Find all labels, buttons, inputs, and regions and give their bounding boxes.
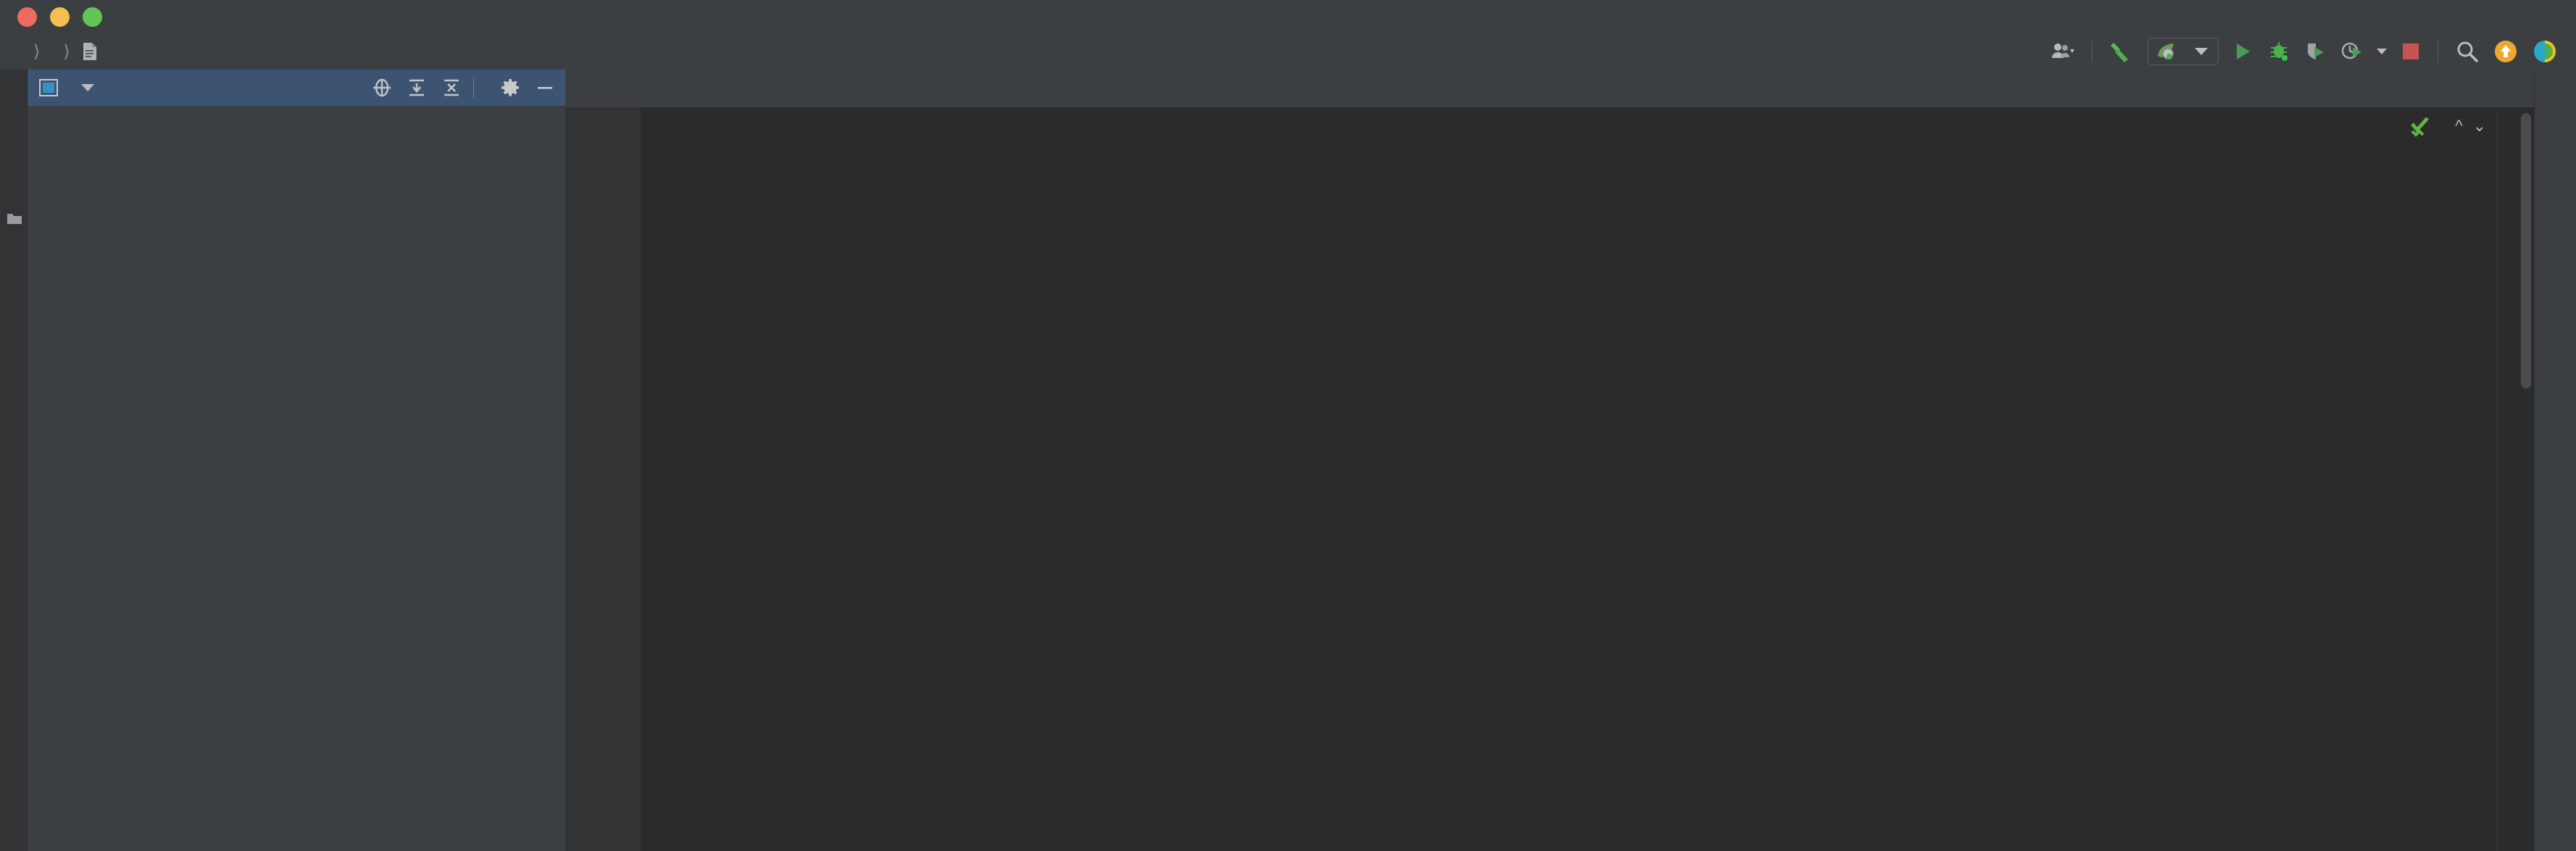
- right-tool-strip: [2534, 70, 2576, 851]
- project-view-icon: [39, 78, 58, 97]
- breadcrumb-separator-icon: ⟩: [63, 41, 70, 62]
- main-toolbar: [2044, 33, 2564, 70]
- inspections-ok-icon: [2410, 115, 2435, 137]
- minimize-window-button[interactable]: [50, 7, 70, 27]
- left-tool-strip: [0, 70, 28, 851]
- breadcrumb-item-file[interactable]: [78, 41, 109, 62]
- vertical-scrollbar-thumb[interactable]: [2521, 113, 2531, 389]
- select-opened-file-icon[interactable]: [372, 78, 392, 98]
- collapse-all-icon[interactable]: [441, 78, 462, 98]
- expand-all-icon[interactable]: [407, 78, 427, 98]
- breadcrumb-separator-icon: ⟩: [33, 41, 41, 62]
- chevron-up-icon[interactable]: ^: [2455, 117, 2462, 136]
- code-view: [565, 107, 2534, 851]
- chevron-down-icon[interactable]: ⌄: [2473, 117, 2486, 136]
- editor-tabs: [565, 70, 2534, 107]
- project-tree[interactable]: [28, 106, 565, 851]
- gear-icon[interactable]: [500, 78, 520, 98]
- navigation-bar: ⟩ ⟩: [0, 33, 2576, 70]
- build-hammer-icon[interactable]: [2103, 37, 2142, 66]
- title-bar: [0, 0, 2576, 33]
- stop-button[interactable]: [2394, 37, 2427, 66]
- profile-dropdown-icon[interactable]: [2369, 37, 2394, 66]
- search-everywhere-icon[interactable]: [2448, 37, 2486, 66]
- idea-window: ⟩ ⟩ ^ ⌄: [0, 0, 2576, 851]
- run-button[interactable]: [2224, 37, 2261, 66]
- maximize-window-button[interactable]: [83, 7, 102, 27]
- spring-leaf-icon: [2156, 41, 2177, 62]
- line-number-gutter: [565, 107, 641, 851]
- project-panel-header: [28, 70, 565, 106]
- update-available-icon[interactable]: [2486, 37, 2525, 66]
- debug-button[interactable]: [2261, 37, 2297, 66]
- structure-folder-icon[interactable]: [7, 212, 22, 226]
- breadcrumb-item-project[interactable]: [17, 50, 26, 53]
- plugin-sphere-icon[interactable]: [2525, 37, 2564, 66]
- window-traffic-lights: [17, 7, 102, 27]
- inspection-widget[interactable]: ^ ⌄: [2404, 110, 2492, 142]
- log-lines[interactable]: [641, 107, 2534, 851]
- run-with-coverage-button[interactable]: [2297, 37, 2333, 66]
- chevron-down-icon[interactable]: [81, 84, 94, 91]
- run-configuration-selector[interactable]: [2148, 38, 2219, 65]
- close-window-button[interactable]: [17, 7, 37, 27]
- chevron-down-icon: [2195, 48, 2208, 55]
- panel-header-divider: [473, 78, 474, 98]
- breadcrumb: ⟩ ⟩: [17, 41, 109, 62]
- breadcrumb-item-logs[interactable]: [47, 50, 56, 53]
- user-account-icon[interactable]: [2044, 37, 2082, 66]
- hide-panel-icon[interactable]: [535, 78, 555, 98]
- log-file-icon: [82, 42, 98, 61]
- editor-area: ^ ⌄: [565, 70, 2534, 851]
- profile-button[interactable]: [2333, 37, 2369, 66]
- toolbar-divider: [2092, 41, 2093, 62]
- editor-scrollbar-gutter[interactable]: [2496, 107, 2534, 851]
- project-tool-window: [28, 70, 565, 851]
